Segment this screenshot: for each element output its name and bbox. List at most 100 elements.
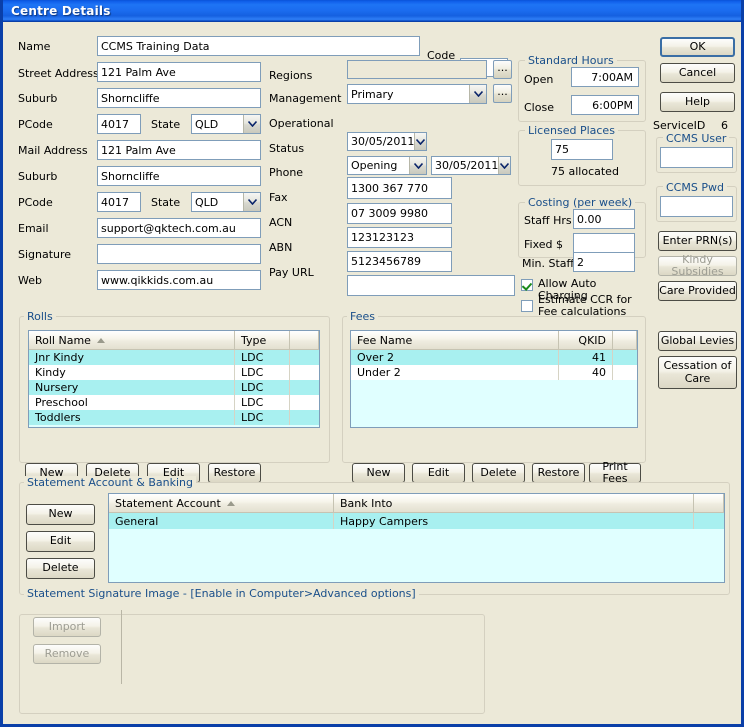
label-email: Email — [18, 222, 49, 235]
staff-hrs-input[interactable]: 0.00 — [573, 209, 635, 229]
statement-title: Statement Account & Banking — [24, 476, 197, 489]
table-row[interactable]: Jnr Kindy LDC — [29, 350, 319, 365]
web-input[interactable]: www.qikkids.com.au — [97, 270, 261, 290]
state-1-value: QLD — [195, 117, 219, 131]
enter-prn-button[interactable]: Enter PRN(s) — [658, 231, 737, 251]
fees-delete-button[interactable]: Delete — [472, 463, 525, 483]
rolls-grid[interactable]: Roll Name Type Jnr Kindy LDC Kindy LDC N… — [28, 330, 320, 428]
fees-title: Fees — [347, 310, 378, 323]
ccms-pwd-title: CCMS Pwd — [663, 181, 727, 194]
table-row[interactable]: Under 2 40 — [351, 365, 637, 380]
ok-button[interactable]: OK — [660, 37, 735, 57]
table-row[interactable]: General Happy Campers — [109, 513, 724, 529]
service-id-label: ServiceID — [653, 119, 706, 132]
statement-edit-button[interactable]: Edit — [26, 531, 95, 552]
table-row[interactable]: Kindy LDC — [29, 365, 319, 380]
mail-address-input[interactable]: 121 Palm Ave — [97, 140, 261, 160]
statement-grid[interactable]: Statement Account Bank Into General Happ… — [108, 493, 725, 583]
statement-new-button[interactable]: New — [26, 504, 95, 525]
chevron-down-icon[interactable] — [414, 133, 426, 150]
status-select[interactable]: Opening — [347, 156, 427, 175]
close-time-input[interactable]: 6:00PM — [571, 95, 639, 115]
ccms-pwd-input[interactable] — [660, 196, 733, 217]
checkbox-checked-icon[interactable] — [521, 279, 533, 291]
global-levies-button[interactable]: Global Levies — [658, 331, 737, 351]
care-provided-button[interactable]: Care Provided — [658, 281, 737, 301]
label-signature: Signature — [18, 248, 72, 261]
cancel-button[interactable]: Cancel — [660, 63, 735, 83]
phone-input[interactable]: 1300 367 770 — [347, 177, 452, 199]
chevron-down-icon[interactable] — [243, 115, 260, 133]
label-staff-hrs: Staff Hrs — [524, 214, 572, 227]
fees-edit-button[interactable]: Edit — [412, 463, 465, 483]
label-name: Name — [18, 40, 51, 53]
window-title: Centre Details — [11, 3, 111, 18]
street-address-input[interactable]: 121 Palm Ave — [97, 62, 261, 82]
operational-date-value: 30/05/2011 — [351, 135, 415, 148]
cessation-of-care-button[interactable]: Cessation of Care — [658, 356, 737, 389]
label-management: Management — [269, 92, 342, 105]
ccms-user-title: CCMS User — [663, 132, 730, 145]
pay-url-input[interactable] — [347, 275, 515, 296]
name-input[interactable]: CCMS Training Data — [97, 36, 420, 56]
rolls-col-roll-name[interactable]: Roll Name — [29, 331, 235, 349]
acn-input[interactable]: 123123123 — [347, 227, 452, 248]
estimate-ccr-label: Estimate CCR for Fee calculations — [538, 293, 632, 318]
suburb-2-input[interactable]: Shorncliffe — [97, 166, 261, 186]
licensed-places-input[interactable]: 75 — [551, 139, 613, 160]
ccms-user-input[interactable] — [660, 147, 733, 168]
fax-input[interactable]: 07 3009 9980 — [347, 203, 452, 224]
rolls-restore-button[interactable]: Restore — [208, 463, 261, 483]
rolls-title: Rolls — [24, 310, 56, 323]
chevron-down-icon[interactable] — [469, 85, 486, 103]
status-value: Opening — [351, 159, 398, 172]
help-button[interactable]: Help — [660, 92, 735, 112]
management-select[interactable]: Primary — [347, 84, 487, 104]
fees-print-button[interactable]: Print Fees — [589, 460, 641, 485]
chevron-down-icon[interactable] — [243, 193, 260, 211]
open-time-input[interactable]: 7:00AM — [571, 67, 639, 87]
table-row[interactable]: Over 2 41 — [351, 350, 637, 365]
fixed-cost-input[interactable] — [573, 233, 635, 253]
fees-col-filler — [613, 331, 637, 349]
suburb-1-input[interactable]: Shorncliffe — [97, 88, 261, 108]
sort-ascending-icon — [226, 500, 235, 506]
fees-col-fee-name[interactable]: Fee Name — [351, 331, 559, 349]
state-2-select[interactable]: QLD — [191, 192, 261, 212]
min-staff-input[interactable]: 2 — [573, 252, 635, 272]
label-abn: ABN — [269, 241, 293, 254]
management-browse-button[interactable]: ... — [493, 84, 512, 103]
operational-date-select[interactable]: 30/05/2011 — [347, 132, 427, 151]
label-state-1: State — [151, 118, 181, 131]
regions-input[interactable] — [347, 60, 487, 79]
rolls-grid-header: Roll Name Type — [29, 331, 319, 350]
chevron-down-icon[interactable] — [498, 157, 510, 174]
fees-col-qkid[interactable]: QKID — [559, 331, 613, 349]
pcode-2-input[interactable]: 4017 — [97, 192, 141, 212]
pcode-1-input[interactable]: 4017 — [97, 114, 141, 134]
label-regions: Regions — [269, 69, 313, 82]
statement-grid-header: Statement Account Bank Into — [109, 494, 724, 513]
statement-delete-button[interactable]: Delete — [26, 558, 95, 579]
checkbox-unchecked-icon[interactable] — [521, 300, 533, 312]
table-row[interactable]: Preschool LDC — [29, 395, 319, 410]
costing-title: Costing (per week) — [525, 196, 636, 209]
signature-input[interactable] — [97, 244, 261, 264]
signature-divider — [121, 610, 122, 684]
statement-col-account[interactable]: Statement Account — [109, 494, 334, 512]
chevron-down-icon[interactable] — [409, 157, 426, 174]
fees-grid[interactable]: Fee Name QKID Over 2 41 Under 2 40 — [350, 330, 638, 428]
fees-new-button[interactable]: New — [352, 463, 405, 483]
status-date-select[interactable]: 30/05/2011 — [431, 156, 511, 175]
abn-input-dup[interactable]: 5123456789 — [347, 251, 452, 272]
statement-col-bank[interactable]: Bank Into — [334, 494, 694, 512]
email-input[interactable]: support@qktech.com.au — [97, 218, 261, 238]
regions-browse-button[interactable]: ... — [493, 60, 512, 79]
rolls-col-type[interactable]: Type — [235, 331, 290, 349]
estimate-ccr-checkbox[interactable]: Estimate CCR for Fee calculations — [521, 294, 641, 318]
management-value: Primary — [351, 87, 394, 101]
table-row[interactable]: Nursery LDC — [29, 380, 319, 395]
state-1-select[interactable]: QLD — [191, 114, 261, 134]
table-row[interactable]: Toddlers LDC — [29, 410, 319, 425]
fees-restore-button[interactable]: Restore — [532, 463, 585, 483]
